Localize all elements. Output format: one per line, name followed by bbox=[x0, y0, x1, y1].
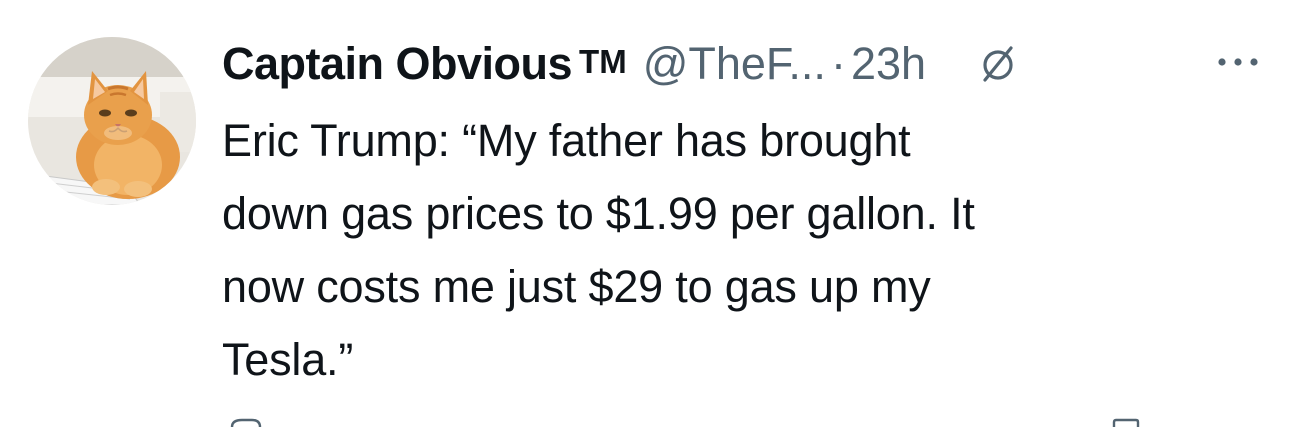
tweet-text-line: down gas prices to $1.99 per gallon. It bbox=[222, 188, 975, 239]
reply-icon[interactable] bbox=[228, 414, 264, 428]
tweet-text: Eric Trump: “My father has brought down … bbox=[222, 104, 1202, 396]
tweet-text-line: now costs me just $29 to gas up my bbox=[222, 261, 931, 312]
separator-dot: · bbox=[830, 38, 846, 89]
tweet-header: Captain Obvious TM @TheF... · 23h bbox=[222, 36, 1270, 92]
tweet-text-line: Eric Trump: “My father has brought bbox=[222, 115, 911, 166]
trademark-badge: TM bbox=[579, 43, 627, 80]
bookmark-icon[interactable] bbox=[1108, 414, 1144, 427]
display-name[interactable]: Captain Obvious bbox=[222, 38, 573, 90]
grok-icon[interactable] bbox=[976, 42, 1020, 86]
avatar[interactable] bbox=[28, 37, 196, 205]
orange-cat-avatar-image bbox=[28, 37, 196, 205]
timestamp[interactable]: 23h bbox=[851, 38, 926, 90]
action-bar bbox=[222, 414, 1290, 428]
more-options-icon[interactable] bbox=[1206, 40, 1270, 84]
tweet-text-line: Tesla.” bbox=[222, 334, 354, 385]
user-handle[interactable]: @TheF... bbox=[643, 38, 826, 90]
